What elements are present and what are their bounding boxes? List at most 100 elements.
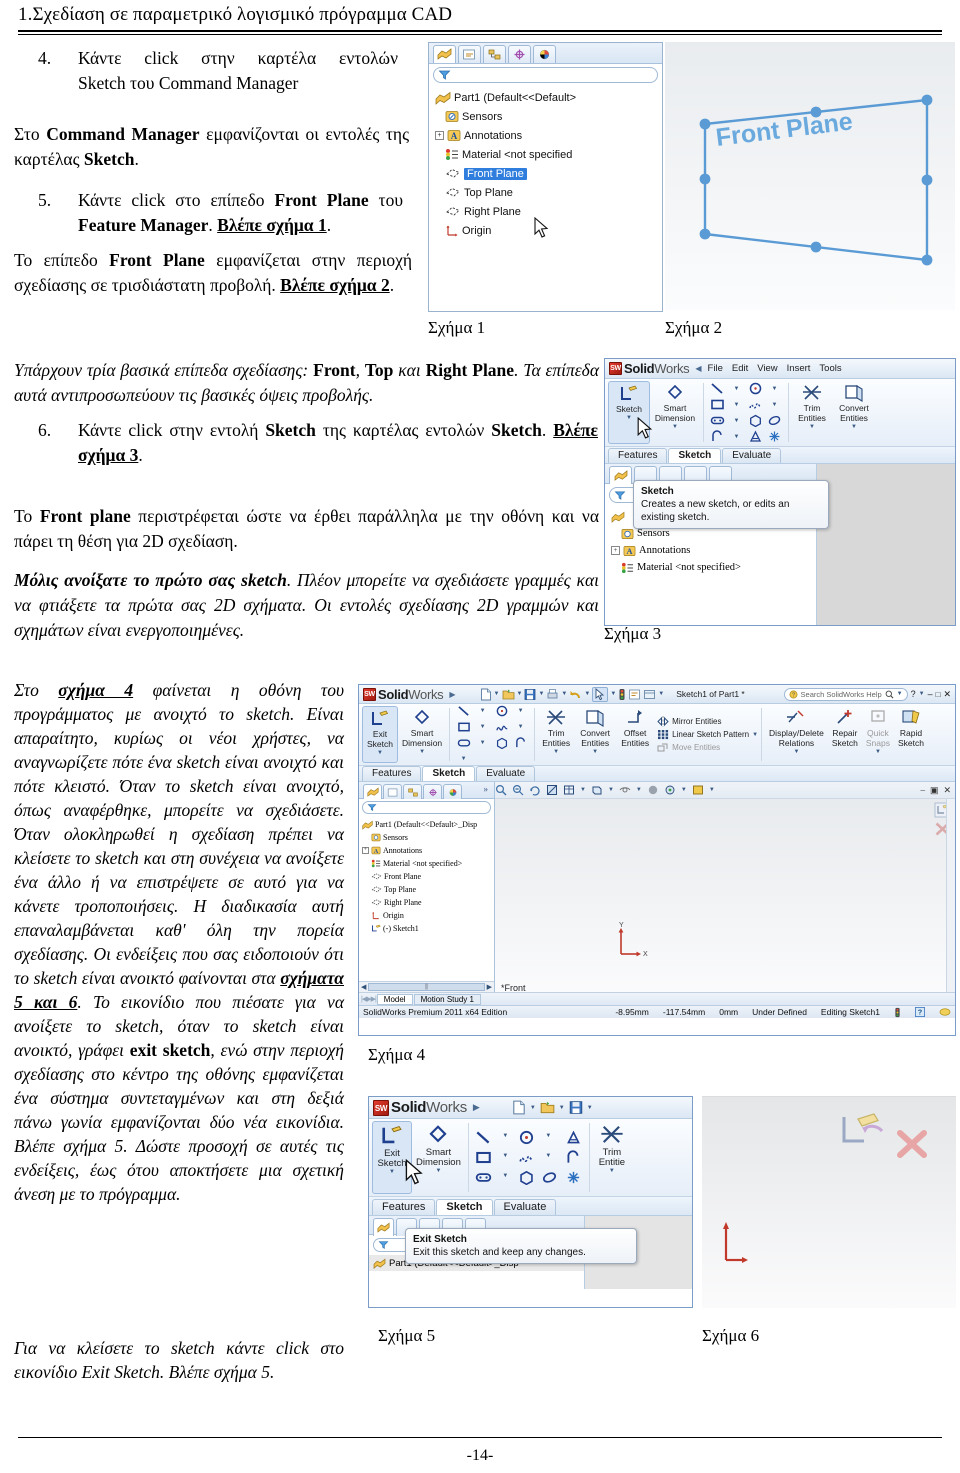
mirror-entities-item[interactable]: Mirror Entities <box>657 716 749 727</box>
tab-features[interactable]: Features <box>372 1199 436 1215</box>
polygon-tool-icon[interactable] <box>517 1169 537 1187</box>
new-dropdown-icon[interactable]: ▼ <box>530 1105 536 1111</box>
fig4-view-toolbar[interactable]: ▼ ▼ ▼ ▼ ▼ – ▣ ✕ <box>495 782 955 799</box>
fig4-filter-box[interactable] <box>362 801 491 814</box>
tab-model[interactable]: Model <box>376 993 413 1005</box>
circle-dropdown-icon[interactable]: ▼ <box>766 381 783 396</box>
polygon-tool-icon[interactable] <box>493 735 510 750</box>
help-icon[interactable]: ? <box>911 689 916 699</box>
spline-dropdown-icon[interactable]: ▼ <box>540 1149 557 1164</box>
tab-features[interactable]: Features <box>608 448 668 463</box>
menu-tools[interactable]: Tools <box>819 363 841 374</box>
doc-minimize-icon[interactable]: – <box>920 785 925 796</box>
trim-dropdown-icon[interactable]: ▼ <box>553 748 559 757</box>
select-tool-button[interactable] <box>592 686 609 702</box>
close-icon[interactable]: ✕ <box>943 689 951 700</box>
graphics-vertical-scrollbar[interactable] <box>946 799 955 994</box>
doc-restore-icon[interactable]: ▣ <box>930 785 939 796</box>
trim-entities-button[interactable]: Trim Entities ▼ <box>538 706 574 763</box>
fig3-command-tabs[interactable]: Features Sketch Evaluate <box>605 447 955 464</box>
circle-tool-icon[interactable] <box>747 381 764 396</box>
menu-expander-icon[interactable]: ▶ <box>449 690 455 699</box>
menu-expander-icon[interactable]: ▶ <box>473 1102 480 1113</box>
mirror-group[interactable]: Mirror Entities Linear Sketch Pattern Mo… <box>654 706 752 763</box>
circle-dropdown-icon[interactable]: ▼ <box>540 1129 557 1144</box>
exit-sketch-button[interactable]: Exit Sketch ▼ <box>372 1121 412 1194</box>
fm-tab-feature-manager[interactable] <box>609 466 632 484</box>
line-tool-icon[interactable] <box>709 381 726 396</box>
arc-dropdown-icon[interactable]: ▼ <box>455 751 472 766</box>
open-dropdown-icon[interactable]: ▼ <box>559 1105 565 1111</box>
exit-sketch-dropdown-icon[interactable]: ▼ <box>377 749 383 758</box>
figure-6-sketch-indicators[interactable] <box>702 1096 956 1308</box>
new-dropdown-icon[interactable]: ▼ <box>494 691 500 697</box>
tree-row-origin[interactable]: Origin <box>362 909 494 922</box>
hide-show-dropdown-icon[interactable]: ▼ <box>636 787 642 793</box>
convert-entities-button[interactable]: Convert Entities ▼ <box>832 381 876 444</box>
menu-file[interactable]: File <box>708 363 723 374</box>
fm-tab-property-manager[interactable] <box>458 45 481 63</box>
menu-view[interactable]: View <box>757 363 777 374</box>
tree-row-sketch1[interactable]: (-) Sketch1 <box>362 922 494 935</box>
tab-sketch[interactable]: Sketch <box>668 448 722 463</box>
slot-dropdown-icon[interactable]: ▼ <box>497 1169 514 1184</box>
tree-row-annotations[interactable]: + A Annotations <box>611 542 816 559</box>
fig4-ribbon[interactable]: Exit Sketch ▼ Smart Dimension ▼ ▼ ▼ ▼ ▼ … <box>359 704 955 766</box>
quick-snaps-button[interactable]: Quick Snaps ▼ <box>862 706 894 763</box>
fm-tab-feature-manager[interactable] <box>363 784 382 799</box>
open-dropdown-icon[interactable]: ▼ <box>517 691 523 697</box>
expand-icon[interactable]: + <box>362 847 369 854</box>
smart-dimension-button[interactable]: Smart Dimension ▼ <box>412 1121 465 1194</box>
tree-row-front-plane[interactable]: Front Plane <box>435 164 662 183</box>
fig4-tree[interactable]: Part1 (Default<<Default>_Disp Sensors + … <box>359 816 494 935</box>
tree-row-front-plane[interactable]: Front Plane <box>362 870 494 883</box>
line-tool-icon[interactable] <box>474 1129 494 1147</box>
tab-evaluate[interactable]: Evaluate <box>722 448 782 463</box>
save-dropdown-icon[interactable]: ▼ <box>587 1105 593 1111</box>
view-orientation-dropdown-icon[interactable]: ▼ <box>580 787 586 793</box>
scroll-left-icon[interactable]: ◀ <box>359 983 368 991</box>
titlebar-right[interactable]: ? Search SolidWorks Help ▼ ? ▼ – □ ✕ <box>783 687 951 701</box>
polygon-tool-icon[interactable] <box>747 413 764 428</box>
fig5-ribbon[interactable]: Exit Sketch ▼ Smart Dimension ▼ ▼ ▼ ▼ ▼ … <box>369 1119 692 1197</box>
convert-entities-button[interactable]: Convert Entities ▼ <box>574 706 616 763</box>
tree-row-annotations[interactable]: + A Annotations <box>362 844 494 857</box>
save-dropdown-icon[interactable]: ▼ <box>538 691 544 697</box>
tree-row-right-plane[interactable]: Right Plane <box>435 202 662 221</box>
menu-insert[interactable]: Insert <box>787 363 811 374</box>
sketch-dropdown-icon[interactable]: ▼ <box>626 414 632 423</box>
convert-dropdown-icon[interactable]: ▼ <box>851 423 857 432</box>
trim-dropdown-icon[interactable]: ▼ <box>809 423 815 432</box>
figure-1-feature-manager[interactable]: Part1 (Default<<Default> Sensors + A Ann… <box>428 42 663 312</box>
tree-row-origin[interactable]: Origin <box>435 221 662 240</box>
sketch-entities-grid[interactable]: ▼ ▼ ▼ ▼ ▼ <box>472 1121 562 1194</box>
doc-window-controls[interactable]: – ▣ ✕ <box>920 785 955 796</box>
tab-nav-icons[interactable]: |◀▶▶| <box>361 995 377 1003</box>
slot-tool-icon[interactable] <box>455 735 472 750</box>
sketch-entities-grid[interactable]: ▼ ▼ ▼ ▼ ▼ ▼ <box>453 705 531 766</box>
help-indicator-icon[interactable]: ? <box>915 1007 925 1017</box>
point-tool-icon[interactable] <box>766 429 783 444</box>
display-delete-relations-dropdown-icon[interactable]: ▼ <box>793 748 799 757</box>
line-dropdown-icon[interactable]: ▼ <box>497 1129 514 1144</box>
trim-entities-button[interactable]: Trim Entities ▼ <box>792 381 832 444</box>
sketch-confirm-corner[interactable] <box>838 1111 934 1173</box>
rapid-sketch-button[interactable]: Rapid Sketch <box>894 706 928 763</box>
exit-sketch-dropdown-icon[interactable]: ▼ <box>389 1168 395 1177</box>
expand-icon[interactable]: + <box>435 131 444 140</box>
trim-entities-button[interactable]: Trim Entitie ▼ <box>593 1121 631 1194</box>
rectangle-tool-icon[interactable] <box>709 397 726 412</box>
undo-dropdown-icon[interactable]: ▼ <box>584 691 590 697</box>
doc-close-icon[interactable]: ✕ <box>943 785 951 796</box>
fig3-ribbon[interactable]: Sketch ▼ Smart Dimension ▼ ▼ ▼ ▼ ▼ ▼ ▼ T… <box>605 379 955 447</box>
smart-dimension-dropdown-icon[interactable]: ▼ <box>672 423 678 432</box>
point-tool-icon[interactable] <box>564 1169 584 1187</box>
text-tool-icon[interactable] <box>564 1129 584 1147</box>
help-dropdown-icon[interactable]: ▼ <box>919 691 925 697</box>
ellipse-tool-icon[interactable] <box>766 413 783 428</box>
arc-tool-icon[interactable] <box>512 735 529 750</box>
slot-tool-icon[interactable] <box>709 413 726 428</box>
rectangle-dropdown-icon[interactable]: ▼ <box>474 719 491 734</box>
tree-row-sensors[interactable]: Sensors <box>435 107 662 126</box>
quick-access-toolbar[interactable]: ▼ ▼ ▼ ▼ ▼ ▼ ▼ <box>480 686 664 702</box>
